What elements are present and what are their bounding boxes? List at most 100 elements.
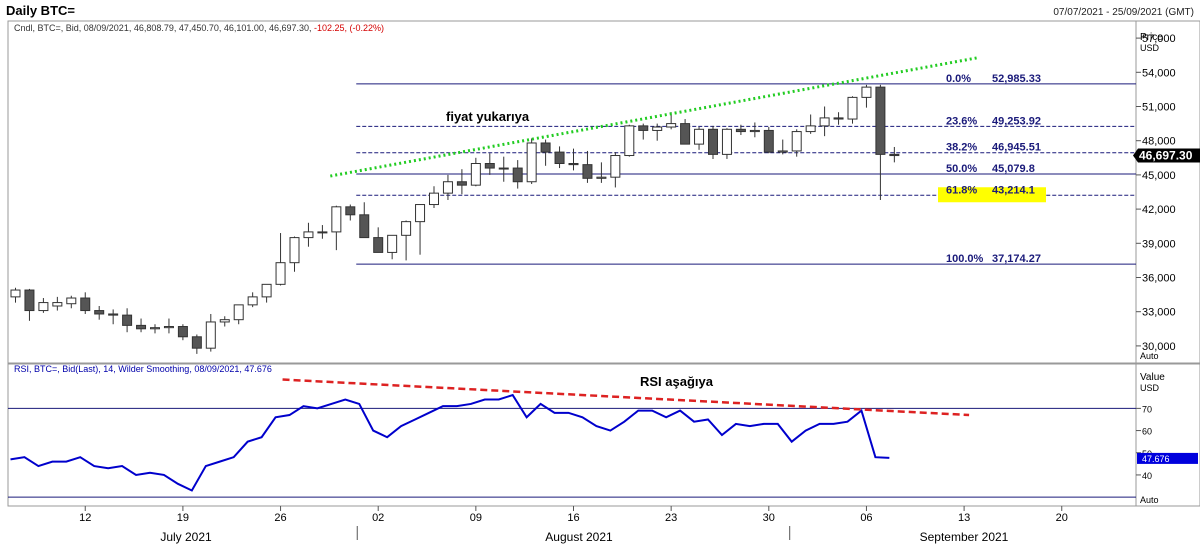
fib-percent-label: 50.0% [946,163,977,175]
candle-up [498,167,509,170]
candle-down [484,163,495,169]
fib-percent-label: 0.0% [946,73,971,85]
candle-up [247,296,258,306]
candle-down [136,324,147,330]
candle-down [568,163,579,166]
price-info: Cndl, BTC=, Bid, 08/09/2021, 46,808.79, … [14,23,384,33]
candle-up [66,297,77,305]
candle-down [373,237,384,253]
x-tick-label: 16 [567,512,579,524]
rsi-info: RSI, BTC=, Bid(Last), 14, Wilder Smoothi… [14,364,272,374]
candle-up [401,221,412,236]
candle-down [638,125,649,131]
candle-up [163,326,174,329]
rsi-last-value: 47.676 [1142,454,1170,464]
candle-down [80,297,91,312]
candle-up [38,302,49,312]
x-month-label: July 2021 [160,530,212,544]
fib-percent-label: 100.0% [946,253,984,265]
candle-down [122,314,133,326]
candle-down [680,123,691,145]
price-y-tick-label: 30,000 [1142,341,1176,353]
x-month-label: August 2021 [545,530,613,544]
rsi-last-tag: 47.676 [1137,452,1198,464]
candle-down [889,153,900,157]
fib-percent-label: 61.8% [946,184,977,196]
x-axis: 12 19 26 02 09 16 23 30 06 13 20 July 2021 August 20… [79,506,1068,544]
fib-value-label: 45,079.8 [992,163,1035,175]
x-tick-label: 23 [665,512,677,524]
candle-up [52,302,63,307]
candles [10,84,900,354]
candle-up [596,176,607,179]
x-tick-label: 02 [372,512,384,524]
candle-down [875,86,886,155]
price-y-tick-label: 45,000 [1142,170,1176,182]
candle-up [442,181,453,194]
x-tick-label: 26 [274,512,286,524]
candle-up [275,262,286,285]
candle-down [359,214,370,239]
rsi-trendline [282,378,970,417]
fib-value-label: 46,945.51 [992,142,1041,154]
candle-up [205,321,216,349]
candle-up [694,128,705,145]
candle-up [10,289,21,298]
rsi-line [10,393,890,492]
candle-up [819,117,830,127]
candle-up [526,142,537,183]
candle-up [791,131,802,152]
rsi-axis-title: Value [1140,372,1165,383]
rsi-axis-unit: USD [1140,383,1160,393]
candle-up [721,128,732,155]
candle-up [289,237,300,264]
candle-up [261,283,272,298]
candle-down [512,167,523,183]
candle-down [456,181,467,186]
candle-down [582,164,593,179]
price-y-axis: 30,000 33,000 36,000 39,000 42,000 45,000 48,0… [1136,33,1176,353]
x-tick-label: 09 [470,512,482,524]
candle-down [94,310,105,315]
candle-down [24,289,35,312]
price-y-tick-label: 57,000 [1142,33,1176,45]
candle-up [777,150,788,153]
price-y-tick-label: 54,000 [1142,67,1176,79]
price-y-tick-label: 51,000 [1142,102,1176,114]
price-info-prefix: Cndl, BTC=, Bid, 08/09/2021, 46,808.79, … [14,23,311,33]
chart-svg: Cndl, BTC=, Bid, 08/09/2021, 46,808.79, … [7,20,1200,544]
last-price-label: 46,697.30 [1139,149,1193,163]
candle-down [177,326,188,338]
price-annotation: fiyat yukarıya [446,109,530,124]
rsi-series [10,378,970,492]
rsi-auto-label: Auto [1140,495,1159,505]
price-y-tick-label: 42,000 [1142,204,1176,216]
candle-up [666,123,677,128]
candle-down [833,117,844,120]
candle-down [763,129,774,153]
rsi-y-tick-label: 60 [1142,427,1152,437]
candle-down [108,313,119,316]
fib-value-label: 52,985.33 [992,73,1041,85]
rsi-y-axis: 40506070 [8,404,1152,498]
fib-percent-label: 23.6% [946,115,977,127]
candle-up [610,155,621,178]
candle-up [861,86,872,98]
candle-up [470,163,481,186]
x-tick-label: 30 [763,512,775,524]
candle-up [387,234,398,253]
candle-up [624,125,635,157]
candle-up [150,327,160,330]
candle-down [708,128,718,155]
rsi-y-tick-label: 40 [1142,471,1152,481]
candle-down [540,142,551,153]
price-y-tick-label: 48,000 [1142,136,1176,148]
price-info-change: -102.25, (-0.22%) [314,23,384,33]
x-tick-label: 19 [177,512,189,524]
candle-up [652,126,663,131]
x-tick-label: 13 [958,512,970,524]
candle-down [191,336,202,349]
last-price-tag: 46,697.30 [1133,148,1200,163]
price-y-tick-label: 33,000 [1142,307,1176,319]
candle-up [847,96,858,120]
